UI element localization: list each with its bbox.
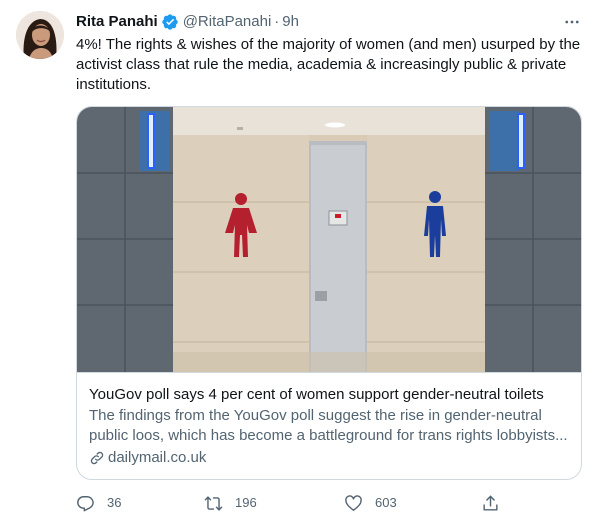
- more-options-button[interactable]: [560, 12, 584, 32]
- author-display-name[interactable]: Rita Panahi: [76, 12, 158, 32]
- retweet-count: 196: [235, 495, 257, 510]
- more-options-icon: [565, 20, 579, 24]
- verified-badge-icon: [161, 13, 179, 31]
- reply-button[interactable]: 36: [76, 492, 121, 514]
- share-icon: [481, 494, 500, 513]
- reply-icon: [76, 494, 95, 513]
- link-icon: [89, 450, 105, 466]
- reply-count: 36: [107, 495, 122, 510]
- card-domain: dailymail.co.uk: [89, 448, 569, 468]
- like-count: 603: [375, 495, 397, 510]
- tweet-text: 4%! The rights & wishes of the majority …: [76, 36, 581, 93]
- separator-dot: ·: [274, 13, 280, 30]
- retweet-icon: [204, 494, 223, 513]
- like-heart-icon: [344, 494, 363, 513]
- tweet[interactable]: Rita Panahi @RitaPanahi · 9h 4%! The rig…: [0, 0, 598, 524]
- tweet-header: Rita Panahi @RitaPanahi · 9h: [76, 12, 299, 32]
- timestamp[interactable]: 9h: [282, 12, 299, 32]
- card-body: YouGov poll says 4 per cent of women sup…: [77, 372, 581, 479]
- share-button[interactable]: [481, 492, 500, 514]
- avatar[interactable]: [16, 11, 64, 59]
- action-bar: 36 196 603: [76, 492, 506, 514]
- card-image: [77, 107, 581, 372]
- card-domain-text: dailymail.co.uk: [108, 449, 207, 466]
- avatar-photo: [16, 11, 64, 59]
- retweet-button[interactable]: 196: [204, 492, 257, 514]
- card-title: YouGov poll says 4 per cent of women sup…: [89, 386, 544, 403]
- like-button[interactable]: 603: [344, 492, 397, 514]
- link-card[interactable]: YouGov poll says 4 per cent of women sup…: [76, 106, 582, 480]
- author-handle[interactable]: @RitaPanahi: [183, 12, 272, 32]
- card-description: The findings from the YouGov poll sugges…: [89, 407, 568, 444]
